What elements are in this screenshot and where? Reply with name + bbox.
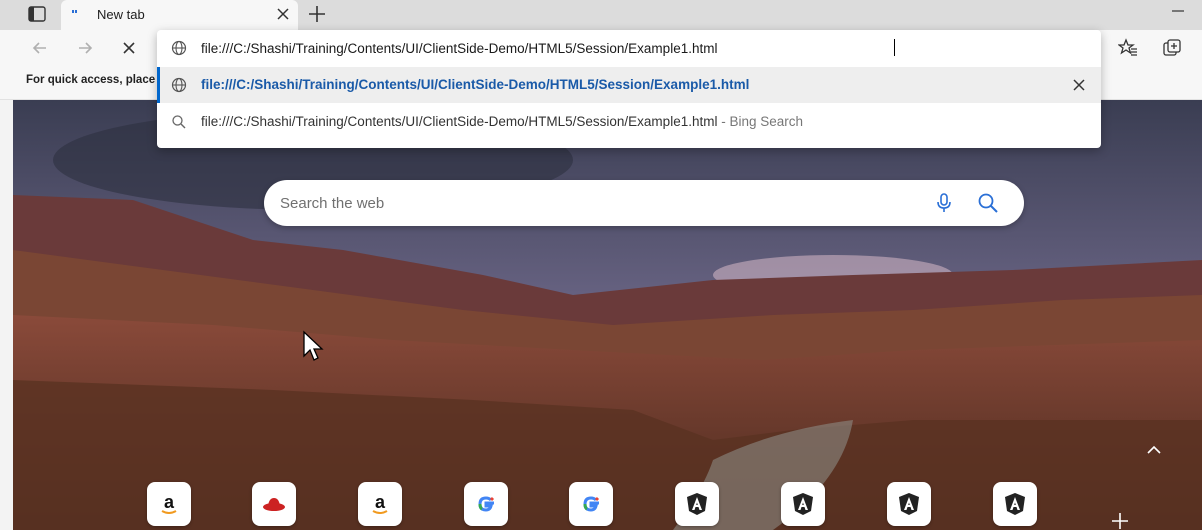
chevron-up-icon[interactable] [1144, 442, 1164, 458]
address-bar [157, 30, 1101, 66]
suggestion-url-text: file:///C:/Shashi/Training/Contents/UI/C… [201, 77, 750, 92]
tab-strip: New tab [0, 0, 1202, 30]
globe-icon [171, 40, 187, 56]
quick-link-angular-2[interactable] [781, 482, 825, 526]
microphone-icon[interactable] [932, 191, 956, 215]
web-search-box [264, 180, 1024, 226]
angular-icon [793, 493, 813, 515]
google-icon [478, 496, 495, 512]
quick-link-angular-4[interactable] [993, 482, 1037, 526]
new-tab-page: a a [13, 100, 1202, 530]
angular-icon [899, 493, 919, 515]
quick-link-google-2[interactable] [569, 482, 613, 526]
amazon-icon: a [161, 492, 177, 514]
address-input[interactable] [201, 38, 1001, 58]
quick-link-amazon[interactable]: a [147, 482, 191, 526]
web-search-input[interactable] [280, 192, 900, 214]
background-image [13, 100, 1202, 530]
search-icon[interactable] [976, 191, 1000, 215]
mouse-cursor-icon [303, 330, 324, 361]
angular-icon [1005, 493, 1025, 515]
back-icon[interactable] [30, 38, 50, 58]
amazon-icon: a [372, 492, 388, 514]
edge-favicon-icon [72, 10, 77, 13]
tab-new-tab[interactable]: New tab [61, 0, 298, 30]
red-hat-icon [263, 498, 285, 511]
angular-icon [687, 493, 707, 515]
favorites-bar-hint: For quick access, place your favorites h… [26, 74, 156, 86]
favorites-star-icon[interactable] [1118, 38, 1138, 58]
close-tab-icon[interactable] [276, 7, 290, 21]
suggestion-search-text: file:///C:/Shashi/Training/Contents/UI/C… [201, 114, 803, 129]
quick-link-site[interactable] [252, 482, 296, 526]
collections-icon[interactable] [1162, 38, 1182, 58]
new-tab-icon[interactable] [306, 3, 328, 25]
forward-icon[interactable] [75, 38, 95, 58]
stop-loading-icon[interactable] [119, 38, 139, 58]
suggestion-search-suffix: - Bing Search [721, 114, 804, 129]
remove-suggestion-icon[interactable] [1072, 78, 1086, 92]
quick-link-google[interactable] [464, 482, 508, 526]
address-bar-dropdown: file:///C:/Shashi/Training/Contents/UI/C… [157, 30, 1101, 148]
search-icon [172, 115, 186, 129]
text-caret [894, 39, 895, 56]
add-site-icon[interactable] [1109, 510, 1131, 530]
tab-title: New tab [97, 7, 145, 22]
selection-indicator [157, 67, 160, 103]
globe-icon [171, 77, 187, 93]
quick-link-angular-3[interactable] [887, 482, 931, 526]
suggestion-search-query: file:///C:/Shashi/Training/Contents/UI/C… [201, 114, 718, 129]
suggestion-item-search[interactable]: file:///C:/Shashi/Training/Contents/UI/C… [157, 104, 1101, 140]
suggestion-item-url[interactable]: file:///C:/Shashi/Training/Contents/UI/C… [157, 67, 1101, 103]
quick-link-amazon-2[interactable]: a [358, 482, 402, 526]
google-icon [583, 496, 600, 512]
minimize-icon[interactable] [1168, 4, 1188, 18]
quick-link-angular[interactable] [675, 482, 719, 526]
svg-text:a: a [375, 492, 386, 512]
svg-text:a: a [164, 492, 175, 512]
tab-actions-icon[interactable] [26, 4, 48, 24]
